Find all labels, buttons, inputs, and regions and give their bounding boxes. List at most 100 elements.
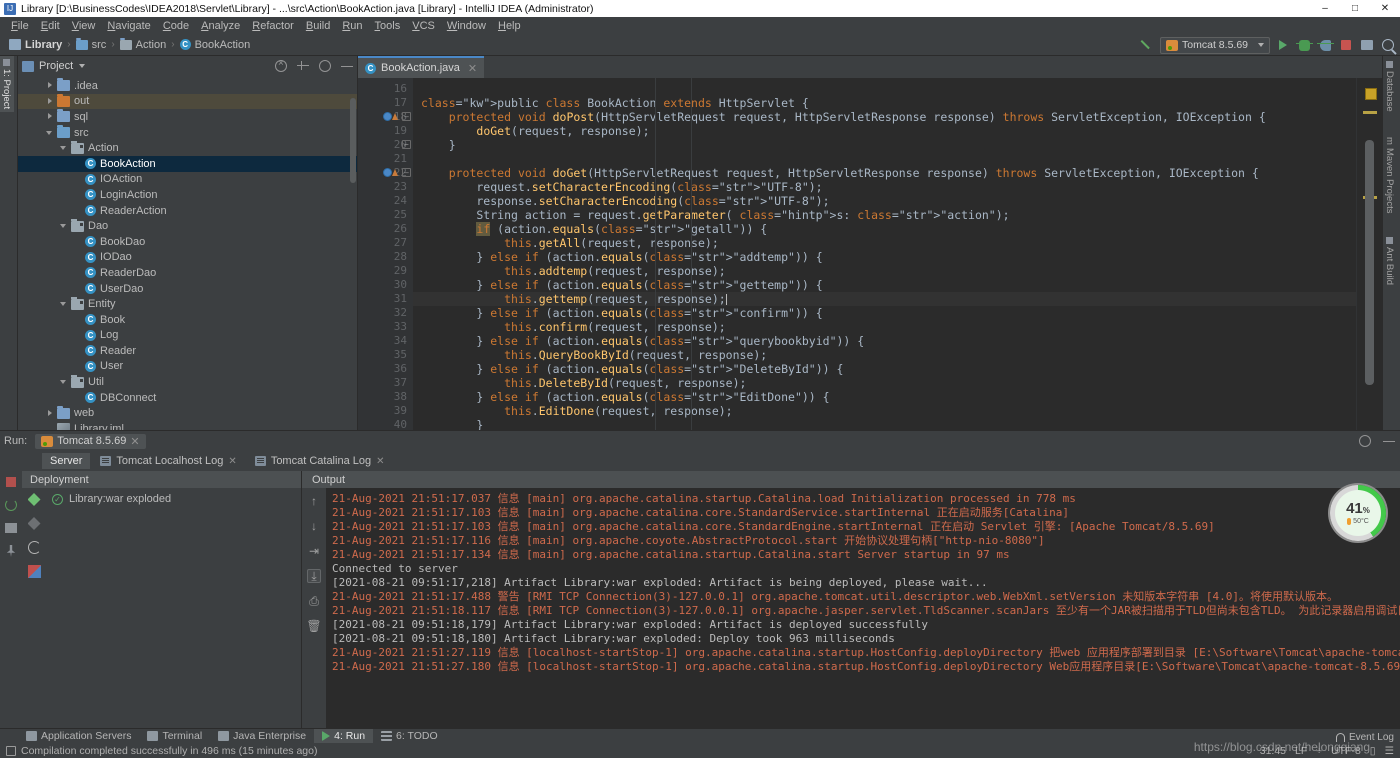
menu-item-view[interactable]: View (66, 19, 102, 33)
caret-position[interactable]: 31:45 (1260, 745, 1286, 757)
minimize-icon[interactable] (1383, 435, 1395, 447)
code-line[interactable]: this.confirm(request, response); (413, 320, 1356, 334)
tree-node-user[interactable]: C User (18, 359, 357, 375)
run-configuration-selector[interactable]: Tomcat 8.5.69 (1160, 36, 1270, 54)
menu-item-vcs[interactable]: VCS (406, 19, 441, 33)
menu-item-tools[interactable]: Tools (369, 19, 407, 33)
tree-node--idea[interactable]: .idea (18, 78, 357, 94)
breadcrumb-src[interactable]: src (73, 37, 110, 51)
menu-item-navigate[interactable]: Navigate (101, 19, 156, 33)
tree-node-dbconnect[interactable]: C DBConnect (18, 390, 357, 406)
sidebar-item-ant-build[interactable]: Ant Build (1382, 234, 1397, 288)
breadcrumb-bookaction[interactable]: C BookAction (177, 39, 254, 51)
expand-collapse-icon[interactable] (297, 60, 309, 72)
scroll-up-icon[interactable]: ↑ (307, 494, 321, 508)
tree-node-ioaction[interactable]: C IOAction (18, 172, 357, 188)
breadcrumb-library[interactable]: Library (6, 39, 65, 51)
artifacts-icon[interactable] (27, 565, 41, 578)
stop-icon[interactable] (1338, 37, 1354, 53)
menu-item-file[interactable]: File (5, 19, 35, 33)
close-icon[interactable]: ✕ (130, 435, 139, 448)
rerun-icon[interactable] (4, 498, 18, 512)
run-subtab-tomcat-localhost-log[interactable]: Tomcat Localhost Log ✕ (92, 453, 244, 469)
code-line[interactable]: this.QueryBookById(request, response); (413, 348, 1356, 362)
collapse-circle-icon[interactable] (275, 58, 287, 72)
tree-node-bookdao[interactable]: C BookDao (18, 234, 357, 250)
tree-node-loginaction[interactable]: C LoginAction (18, 187, 357, 203)
event-log-button[interactable]: Event Log (1335, 732, 1394, 743)
tree-node-readerdao[interactable]: C ReaderDao (18, 265, 357, 281)
tree-node-log[interactable]: C Log (18, 328, 357, 344)
code-line[interactable]: this.addtemp(request, response); (413, 264, 1356, 278)
code-line[interactable]: } (413, 138, 1356, 152)
print-icon[interactable]: ⎙ (307, 594, 321, 608)
tab-bookaction-java[interactable]: C BookAction.java ✕ (358, 56, 485, 78)
code-line[interactable]: doGet(request, response); (413, 124, 1356, 138)
chevron-down-icon[interactable] (60, 378, 69, 387)
tree-node-util[interactable]: Util (18, 374, 357, 390)
undeploy-icon[interactable] (27, 517, 41, 530)
menu-item-window[interactable]: Window (441, 19, 492, 33)
code-line[interactable]: request.setCharacterEncoding(class="str"… (413, 180, 1356, 194)
editor-scrollbar-thumb[interactable] (1365, 140, 1374, 385)
tree-node-src[interactable]: src (18, 125, 357, 141)
gear-icon[interactable] (319, 60, 331, 72)
bottom-tab-application-servers[interactable]: Application Servers (18, 729, 139, 743)
code-line[interactable]: } else if (action.equals(class="str">"Ed… (413, 390, 1356, 404)
sidebar-item-maven[interactable]: m Maven Projects (1382, 134, 1397, 216)
fold-end-icon[interactable]: ⌐ (402, 140, 411, 149)
chevron-right-icon[interactable] (46, 97, 55, 106)
soft-wrap-icon[interactable]: ⇥ (307, 544, 321, 558)
breadcrumb-action[interactable]: Action (117, 37, 170, 51)
tree-node-userdao[interactable]: C UserDao (18, 281, 357, 297)
run-icon[interactable] (1275, 37, 1291, 53)
run-subtab-tomcat-catalina-log[interactable]: Tomcat Catalina Log ✕ (247, 453, 393, 469)
line-separator[interactable]: LF (1295, 745, 1307, 757)
scroll-down-icon[interactable]: ↓ (307, 519, 321, 533)
chevron-right-icon[interactable] (46, 409, 55, 418)
run-coverage-icon[interactable] (1316, 37, 1334, 53)
code-line[interactable]: class="kw">public class BookAction exten… (413, 96, 1356, 110)
code-line[interactable]: this.gettemp(request, response); (413, 292, 1356, 306)
chevron-down-icon[interactable] (46, 128, 55, 137)
fold-collapse-icon[interactable]: – (402, 112, 411, 121)
bottom-tab-java-enterprise[interactable]: Java Enterprise (210, 729, 314, 743)
sidebar-item-project[interactable]: 1: Project (0, 56, 14, 113)
code-line[interactable]: String action = request.getParameter( cl… (413, 208, 1356, 222)
inspection-profile-icon[interactable]: ☰ (1385, 745, 1394, 757)
chevron-down-icon[interactable] (79, 64, 86, 68)
code-line[interactable] (413, 152, 1356, 166)
search-icon[interactable] (1380, 37, 1396, 53)
menu-item-build[interactable]: Build (300, 19, 336, 33)
chevron-down-icon[interactable] (60, 222, 69, 231)
marker[interactable] (1363, 111, 1377, 114)
code-line[interactable]: this.EditDone(request, response); (413, 404, 1356, 418)
code-line[interactable]: } else if (action.equals(class="str">"ad… (413, 250, 1356, 264)
override-marker-icon[interactable] (392, 113, 398, 120)
clear-all-icon[interactable]: 🗑 (306, 619, 321, 633)
override-marker-icon[interactable] (392, 169, 398, 176)
bottom-tab-terminal[interactable]: Terminal (139, 729, 210, 743)
file-encoding[interactable]: UTF-8 (1331, 745, 1361, 757)
code-line[interactable]: if (action.equals(class="str">"getall"))… (413, 222, 1356, 236)
code-line[interactable]: this.getAll(request, response); (413, 236, 1356, 250)
breakpoint-icon[interactable] (383, 168, 392, 177)
gear-icon[interactable] (1359, 435, 1371, 447)
chevron-down-icon[interactable] (60, 144, 69, 153)
tree-scrollbar[interactable] (350, 98, 356, 183)
minimize-button[interactable]: – (1310, 0, 1340, 17)
code-line[interactable]: protected void doPost(HttpServletRequest… (413, 110, 1356, 124)
bottom-tab-4-run[interactable]: 4: Run (314, 729, 374, 743)
tree-node-entity[interactable]: Entity (18, 296, 357, 312)
tree-node-bookaction[interactable]: C BookAction (18, 155, 357, 172)
chevron-right-icon[interactable] (46, 112, 55, 121)
sidebar-item-database[interactable]: Database (1382, 58, 1397, 115)
menu-item-run[interactable]: Run (336, 19, 368, 33)
menu-item-code[interactable]: Code (157, 19, 195, 33)
pin-icon[interactable] (4, 544, 18, 558)
code-line[interactable]: } else if (action.equals(class="str">"De… (413, 362, 1356, 376)
lock-icon[interactable]: ▯ (1370, 745, 1376, 757)
redeploy-icon[interactable] (27, 541, 41, 554)
close-icon[interactable]: ✕ (228, 456, 236, 467)
bottom-tab-6-todo[interactable]: 6: TODO (373, 729, 446, 743)
